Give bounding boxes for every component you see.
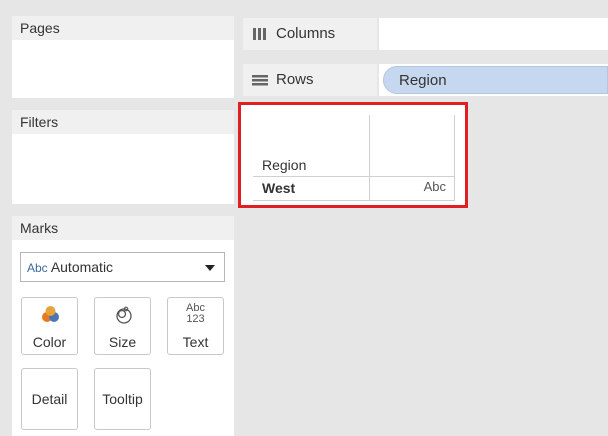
size-button-label: Size: [108, 334, 137, 350]
detail-button-label: Detail: [31, 391, 68, 407]
region-pill[interactable]: Region: [383, 66, 608, 94]
columns-label-text: Columns: [276, 25, 336, 42]
size-button[interactable]: Size: [94, 297, 151, 355]
size-icon: [116, 306, 132, 324]
text-icon: Abc 123: [168, 303, 223, 325]
columns-shelf-label: Columns: [243, 18, 377, 50]
tooltip-button-label: Tooltip: [102, 391, 143, 407]
row-header-region: Region: [262, 157, 307, 173]
columns-icon: [253, 28, 266, 40]
detail-button[interactable]: Detail: [21, 368, 78, 430]
color-button-label: Color: [32, 334, 67, 350]
color-icon: [42, 306, 59, 322]
columns-shelf: Columns: [243, 18, 608, 50]
tooltip-button[interactable]: Tooltip: [94, 368, 151, 430]
text-button[interactable]: Abc 123 Text: [167, 297, 224, 355]
table-divider: [253, 200, 454, 201]
pages-card-title: Pages: [12, 16, 234, 40]
text-table: Region West Abc: [253, 115, 455, 201]
view-table: Region West Abc: [238, 102, 468, 208]
text-icon-bottom: 123: [186, 313, 205, 325]
table-divider: [253, 176, 454, 177]
rows-shelf-label: Rows: [243, 64, 377, 96]
table-divider: [369, 115, 370, 201]
mark-type-abc-icon: Abc: [27, 261, 48, 275]
mark-type-dropdown[interactable]: Abc Automatic: [20, 252, 225, 282]
mark-type-value: Automatic: [50, 259, 114, 275]
rows-icon: [252, 75, 268, 86]
pages-card: Pages: [12, 16, 234, 98]
table-cell-value[interactable]: Abc: [424, 179, 446, 194]
rows-shelf: Rows Region: [243, 64, 608, 96]
filters-card-title: Filters: [12, 110, 234, 134]
color-button[interactable]: Color: [21, 297, 78, 355]
marks-card-title: Marks: [12, 216, 234, 240]
marks-card: Marks Abc Automatic Color Size Abc 123 T…: [12, 216, 234, 436]
text-button-label: Text: [182, 334, 209, 350]
filters-card: Filters: [12, 110, 234, 204]
rows-label-text: Rows: [276, 71, 314, 88]
chevron-down-icon: [205, 265, 215, 271]
table-row-label[interactable]: West: [262, 180, 295, 196]
columns-drop-zone[interactable]: [379, 18, 608, 50]
